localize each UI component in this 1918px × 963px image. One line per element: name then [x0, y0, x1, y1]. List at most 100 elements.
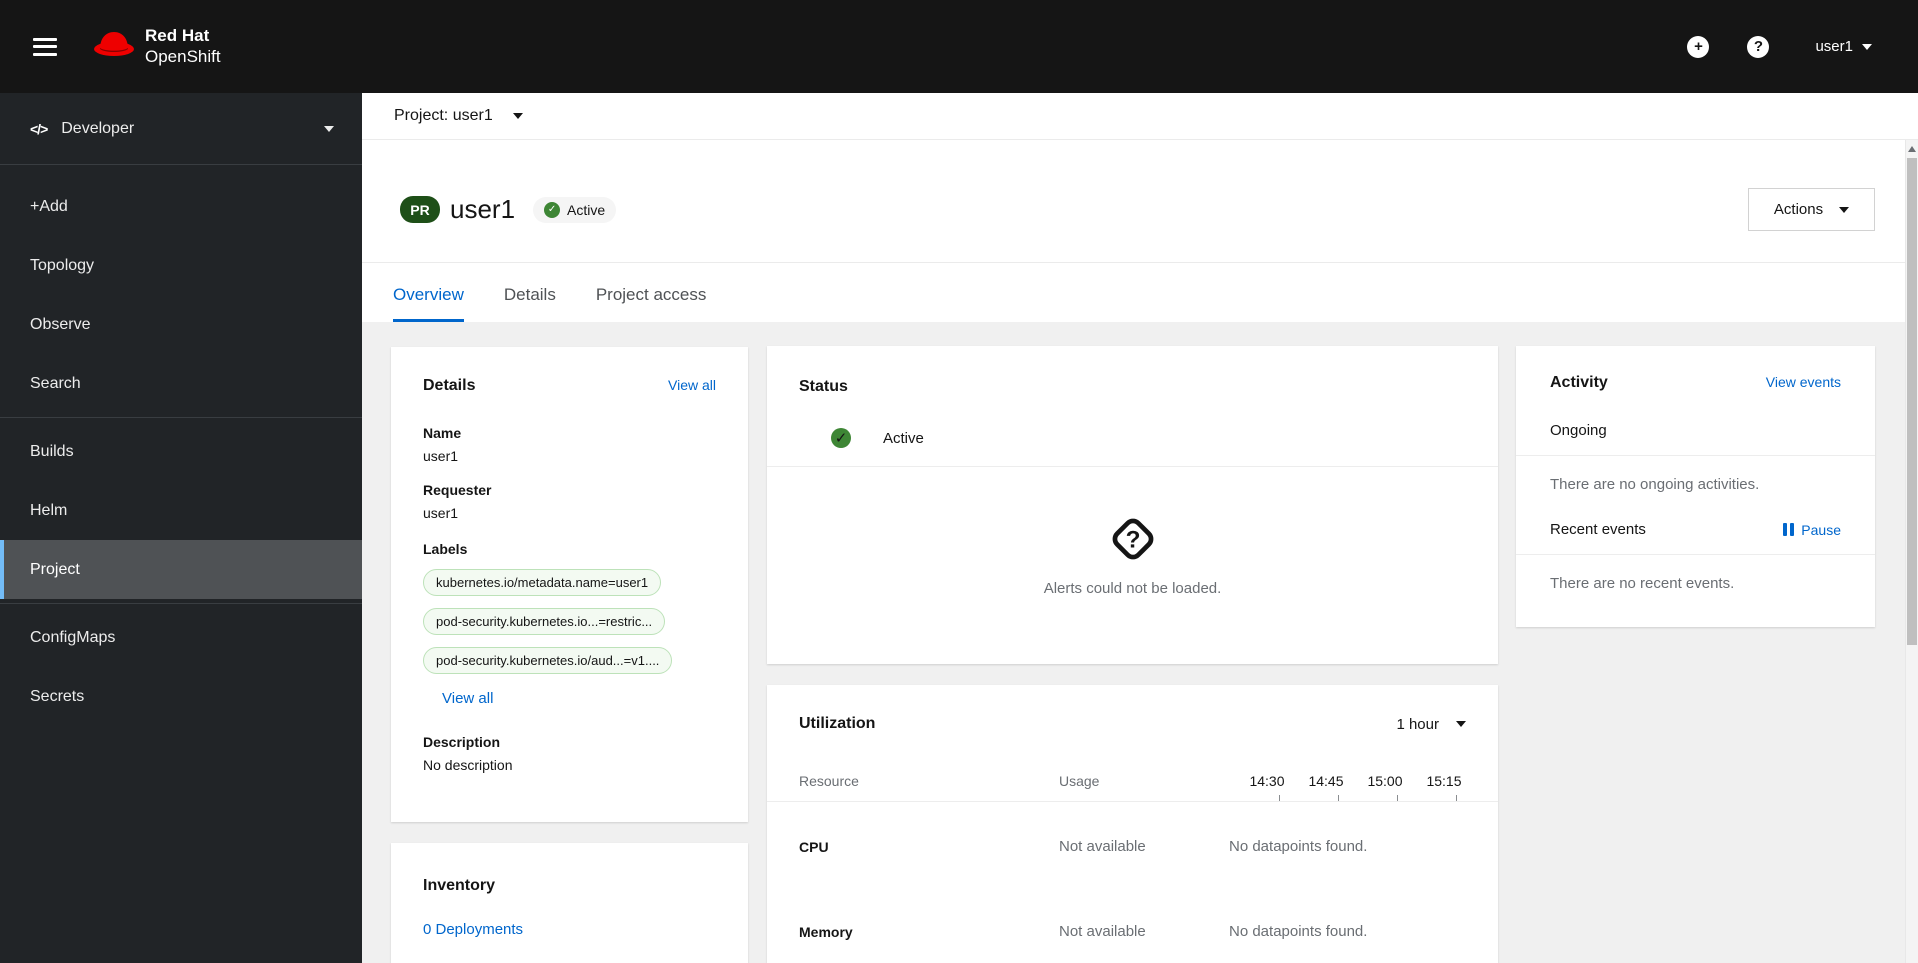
sidebar-item-topology[interactable]: Topology: [0, 236, 362, 295]
utilization-card-header: Utilization 1 hour: [799, 715, 1466, 733]
unknown-alerts-icon: ?: [1112, 518, 1153, 560]
label-pill[interactable]: pod-security.kubernetes.io/aud...=v1....: [423, 647, 673, 674]
brand-logo[interactable]: Red Hat OpenShift: [93, 26, 221, 67]
tab-project-access[interactable]: Project access: [596, 285, 707, 322]
recent-events-empty-text: There are no recent events.: [1550, 575, 1735, 592]
divider: [0, 417, 362, 418]
help-icon[interactable]: ?: [1747, 35, 1770, 58]
tab-details[interactable]: Details: [504, 285, 556, 322]
divider: [1516, 455, 1875, 456]
inventory-card-title: Inventory: [423, 877, 496, 894]
project-status-row: ✓ Active: [799, 428, 1466, 448]
chevron-down-icon: [1456, 721, 1466, 727]
sidebar: </> Developer +Add Topology Observe Sear…: [0, 93, 362, 963]
perspective-switcher[interactable]: </> Developer: [0, 93, 362, 165]
developer-code-icon: </>: [30, 120, 48, 137]
page-title: user1: [450, 194, 516, 224]
scrollbar-thumb[interactable]: [1907, 158, 1917, 645]
resource-name: Memory: [799, 923, 853, 940]
activity-card: Activity View events Ongoing There are n…: [1516, 346, 1875, 627]
perspective-label: Developer: [61, 119, 135, 137]
ongoing-section-header: Ongoing: [1550, 422, 1841, 439]
sidebar-item-search[interactable]: Search: [0, 354, 362, 413]
name-value: user1: [423, 448, 459, 464]
actions-button[interactable]: Actions: [1748, 188, 1875, 231]
status-card-title: Status: [799, 378, 848, 395]
user-menu[interactable]: user1: [1815, 38, 1872, 55]
requester-label: Requester: [423, 482, 492, 498]
svg-text:?: ?: [1125, 526, 1140, 553]
check-circle-icon: ✓: [544, 201, 561, 218]
ongoing-empty-text: There are no ongoing activities.: [1550, 476, 1760, 493]
quick-create-plus-icon[interactable]: +: [1687, 35, 1710, 58]
details-view-all-link[interactable]: View all: [668, 377, 716, 393]
pause-events-button[interactable]: Pause: [1783, 522, 1841, 538]
alerts-empty-text: Alerts could not be loaded.: [1043, 580, 1222, 597]
divider: [1516, 554, 1875, 555]
resource-usage: Not available: [1059, 838, 1146, 855]
project-status-value: Active: [883, 429, 924, 447]
sidebar-item-helm[interactable]: Helm: [0, 481, 362, 540]
labels-view-all-link[interactable]: View all: [442, 690, 493, 707]
description-field: Description No description: [423, 734, 716, 773]
labels-field: Labels kubernetes.io/metadata.name=user1…: [423, 541, 716, 708]
sidebar-item-secrets[interactable]: Secrets: [0, 667, 362, 726]
usage-column-header: Usage: [1059, 773, 1100, 789]
deployments-link[interactable]: 0 Deployments: [423, 921, 523, 938]
time-tick-label: 14:45: [1308, 773, 1344, 789]
time-axis: 14:30 14:45 15:00 15:15: [1229, 773, 1466, 789]
brand-line2: OpenShift: [145, 46, 221, 66]
utilization-row-memory: Memory Not available No datapoints found…: [799, 923, 1466, 940]
utilization-card-title: Utilization: [799, 715, 876, 732]
status-card: Status ✓ Active ? Alerts could not be lo…: [767, 346, 1498, 664]
status-badge: ✓ Active: [533, 196, 617, 223]
project-selector-bar: Project: user1: [362, 93, 1918, 140]
masthead: Red Hat OpenShift + ? user1: [0, 0, 1918, 93]
sidebar-item-observe[interactable]: Observe: [0, 295, 362, 354]
user-menu-label: user1: [1815, 38, 1853, 55]
status-badge-label: Active: [567, 201, 606, 218]
openshift-console: Red Hat OpenShift + ? user1 </> Develope…: [0, 0, 1918, 963]
masthead-toolbar: + ? user1: [1687, 35, 1872, 58]
brand-line1: Red Hat: [145, 25, 210, 45]
recent-events-label: Recent events: [1550, 521, 1646, 538]
project-selector[interactable]: Project: user1: [394, 107, 493, 125]
scroll-up-arrow-icon[interactable]: [1908, 146, 1916, 152]
hamburger-menu-icon[interactable]: [33, 37, 57, 56]
project-resource-badge: PR: [400, 196, 440, 223]
resource-column-header: Resource: [799, 773, 859, 789]
details-card-title: Details: [423, 377, 476, 394]
duration-select[interactable]: 1 hour: [1396, 716, 1466, 733]
ongoing-label: Ongoing: [1550, 422, 1607, 439]
chevron-down-icon: [1862, 43, 1872, 50]
activity-card-title: Activity: [1550, 374, 1608, 391]
sidebar-item-project[interactable]: Project: [0, 540, 362, 599]
vertical-scrollbar[interactable]: [1905, 140, 1918, 963]
recent-events-section-header: Recent events Pause: [1550, 521, 1841, 538]
pause-button-label: Pause: [1801, 521, 1841, 538]
duration-select-value: 1 hour: [1396, 715, 1439, 733]
sidebar-item-add[interactable]: +Add: [0, 177, 362, 236]
inventory-card: Inventory 0 Deployments: [391, 843, 748, 963]
label-pill[interactable]: pod-security.kubernetes.io...=restric...: [423, 608, 666, 635]
utilization-card: Utilization 1 hour Resource Usage 14:30 …: [767, 685, 1498, 963]
view-events-link[interactable]: View events: [1766, 374, 1841, 390]
utilization-table-header: Resource Usage 14:30 14:45 15:00 15:15: [799, 773, 1466, 789]
brand-text: Red Hat OpenShift: [145, 26, 221, 67]
resource-usage: Not available: [1059, 923, 1146, 940]
resource-name: CPU: [799, 838, 829, 855]
chevron-down-icon: [324, 125, 334, 132]
horizontal-tabs: Overview Details Project access: [362, 263, 1918, 322]
sidebar-item-builds[interactable]: Builds: [0, 422, 362, 481]
labels-label: Labels: [423, 541, 468, 557]
tab-overview[interactable]: Overview: [393, 285, 464, 322]
name-label: Name: [423, 425, 462, 441]
details-card: Details View all Name user1 Requester us…: [391, 347, 748, 822]
pause-icon: [1783, 523, 1795, 536]
requester-field: Requester user1: [423, 482, 716, 521]
sidebar-item-configmaps[interactable]: ConfigMaps: [0, 608, 362, 667]
chevron-down-icon[interactable]: [512, 113, 523, 119]
details-card-header: Details View all: [423, 377, 716, 395]
label-pill[interactable]: kubernetes.io/metadata.name=user1: [423, 569, 662, 596]
activity-card-header: Activity View events: [1550, 374, 1841, 392]
